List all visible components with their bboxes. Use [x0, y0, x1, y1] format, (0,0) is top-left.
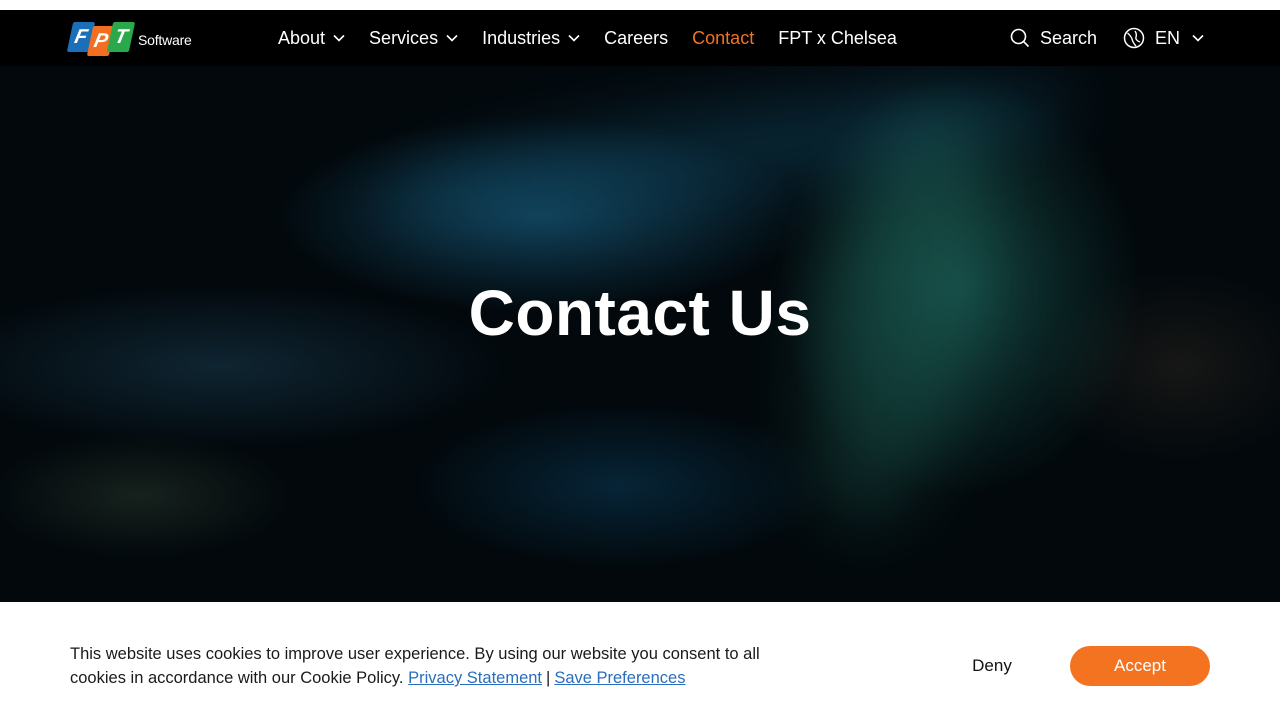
privacy-statement-link[interactable]: Privacy Statement [408, 669, 542, 687]
nav-item-label: About [278, 27, 326, 48]
deny-button[interactable]: Deny [952, 646, 1032, 686]
nav-item-fpt-x-chelsea[interactable]: FPT x Chelsea [778, 28, 897, 49]
cookie-message: This website uses cookies to improve use… [70, 642, 790, 690]
language-label: EN [1155, 27, 1181, 48]
nav-item-label: Careers [604, 27, 669, 48]
nav-item-careers[interactable]: Careers [604, 28, 668, 49]
chevron-down-icon [1192, 34, 1204, 42]
accept-button[interactable]: Accept [1070, 646, 1210, 686]
nav-item-industries[interactable]: Industries [482, 28, 580, 49]
page-title: Contact Us [468, 277, 812, 349]
save-preferences-link[interactable]: Save Preferences [554, 669, 685, 687]
link-separator: | [546, 669, 551, 687]
search-label: Search [1040, 27, 1098, 48]
logo-letter-t: T [106, 22, 136, 52]
nav-item-services[interactable]: Services [369, 28, 458, 49]
top-strip [0, 0, 1280, 10]
search-icon [1010, 28, 1030, 48]
hero-banner: Contact Us [0, 66, 1280, 602]
chevron-down-icon [333, 34, 345, 42]
nav-item-contact[interactable]: Contact [692, 28, 754, 49]
nav-item-label: Services [369, 27, 439, 48]
cookie-banner: This website uses cookies to improve use… [0, 602, 1280, 720]
main-nav: About Services Industries Careers Contac… [278, 10, 921, 66]
logo-word: Software [138, 32, 192, 48]
nav-item-label: Industries [482, 27, 561, 48]
fpt-software-logo[interactable]: F P T Software [66, 17, 192, 57]
globe-icon [1123, 27, 1145, 49]
chevron-down-icon [568, 34, 580, 42]
nav-item-label: FPT x Chelsea [778, 27, 897, 48]
chevron-down-icon [446, 34, 458, 42]
nav-item-label: Contact [692, 27, 755, 48]
search-button[interactable]: Search [1010, 10, 1097, 66]
language-selector[interactable]: EN [1123, 10, 1204, 66]
navbar: F P T Software About Services Industries… [0, 10, 1280, 66]
logo-tiles: F P T [66, 18, 136, 56]
nav-item-about[interactable]: About [278, 28, 345, 49]
